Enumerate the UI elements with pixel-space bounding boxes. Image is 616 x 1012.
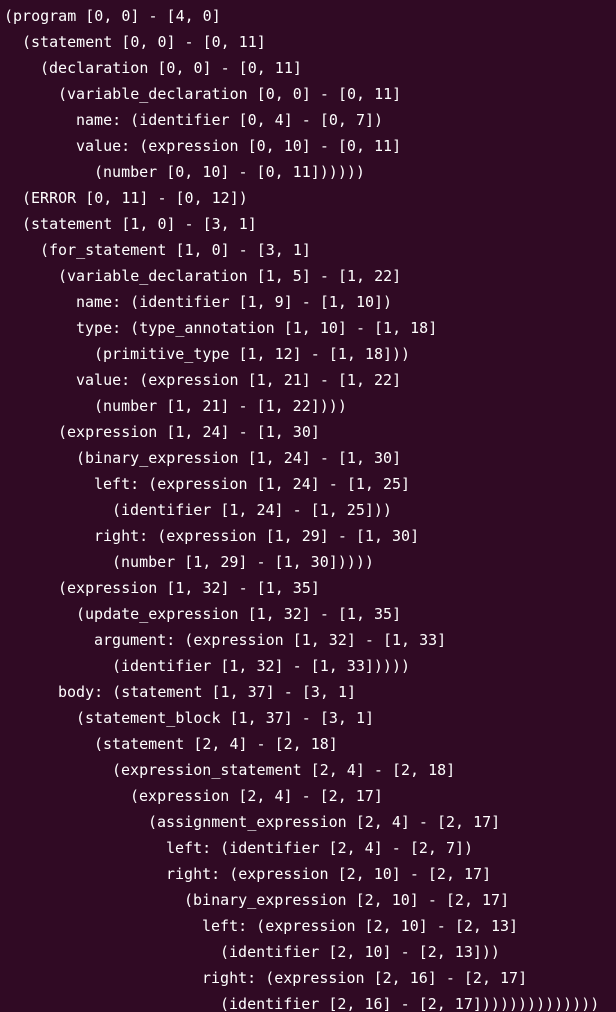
terminal-line: (binary_expression [1, 24] - [1, 30] [76, 449, 402, 467]
terminal-line: (identifier [2, 10] - [2, 13])) [220, 943, 500, 961]
terminal-line: (assignment_expression [2, 4] - [2, 17] [148, 813, 501, 831]
terminal-line: (update_expression [1, 32] - [1, 35] [76, 605, 402, 623]
terminal-line: (expression [1, 24] - [1, 30] [58, 423, 320, 441]
terminal-line: left: (identifier [2, 4] - [2, 7]) [166, 839, 474, 857]
terminal-line: (number [1, 29] - [1, 30])))) [112, 553, 374, 571]
terminal-line: right: (expression [2, 16] - [2, 17] [202, 969, 528, 987]
terminal-line: (statement [2, 4] - [2, 18] [94, 735, 338, 753]
terminal-line: (statement [1, 0] - [3, 1] [22, 215, 257, 233]
terminal-line: (identifier [2, 16] - [2, 17])))))))))))… [220, 995, 600, 1012]
terminal-line: (primitive_type [1, 12] - [1, 18])) [94, 345, 411, 363]
terminal-line: left: (expression [1, 24] - [1, 25] [94, 475, 411, 493]
terminal-line: argument: (expression [1, 32] - [1, 33] [94, 631, 447, 649]
terminal-line: (for_statement [1, 0] - [3, 1] [40, 241, 311, 259]
terminal-line: (binary_expression [2, 10] - [2, 17] [184, 891, 510, 909]
terminal-line: (number [0, 10] - [0, 11]))))) [94, 163, 365, 181]
terminal-line: (expression [2, 4] - [2, 17] [130, 787, 383, 805]
terminal-line: (identifier [1, 24] - [1, 25])) [112, 501, 392, 519]
terminal-line: left: (expression [2, 10] - [2, 13] [202, 917, 519, 935]
terminal-line: right: (expression [2, 10] - [2, 17] [166, 865, 492, 883]
terminal-line: (program [0, 0] - [4, 0] [4, 7, 221, 25]
terminal-line: (statement [0, 0] - [0, 11] [22, 33, 266, 51]
terminal-line: (number [1, 21] - [1, 22]))) [94, 397, 347, 415]
terminal-line: (expression [1, 32] - [1, 35] [58, 579, 320, 597]
terminal-line: value: (expression [1, 21] - [1, 22] [76, 371, 402, 389]
terminal-line: (expression_statement [2, 4] - [2, 18] [112, 761, 456, 779]
terminal-line: body: (statement [1, 37] - [3, 1] [58, 683, 357, 701]
terminal-line: right: (expression [1, 29] - [1, 30] [94, 527, 420, 545]
terminal-output[interactable]: (program [0, 0] - [4, 0] (statement [0, 0… [0, 0, 616, 1012]
terminal-line: (statement_block [1, 37] - [3, 1] [76, 709, 375, 727]
terminal-line: name: (identifier [1, 9] - [1, 10]) [76, 293, 393, 311]
terminal-line: (ERROR [0, 11] - [0, 12]) [22, 189, 248, 207]
terminal-line: (declaration [0, 0] - [0, 11] [40, 59, 302, 77]
terminal-line: (identifier [1, 32] - [1, 33])))) [112, 657, 411, 675]
terminal-line: (variable_declaration [0, 0] - [0, 11] [58, 85, 402, 103]
terminal-line: (variable_declaration [1, 5] - [1, 22] [58, 267, 402, 285]
terminal-line: value: (expression [0, 10] - [0, 11] [76, 137, 402, 155]
terminal-line: name: (identifier [0, 4] - [0, 7]) [76, 111, 384, 129]
terminal-line: type: (type_annotation [1, 10] - [1, 18] [76, 319, 438, 337]
